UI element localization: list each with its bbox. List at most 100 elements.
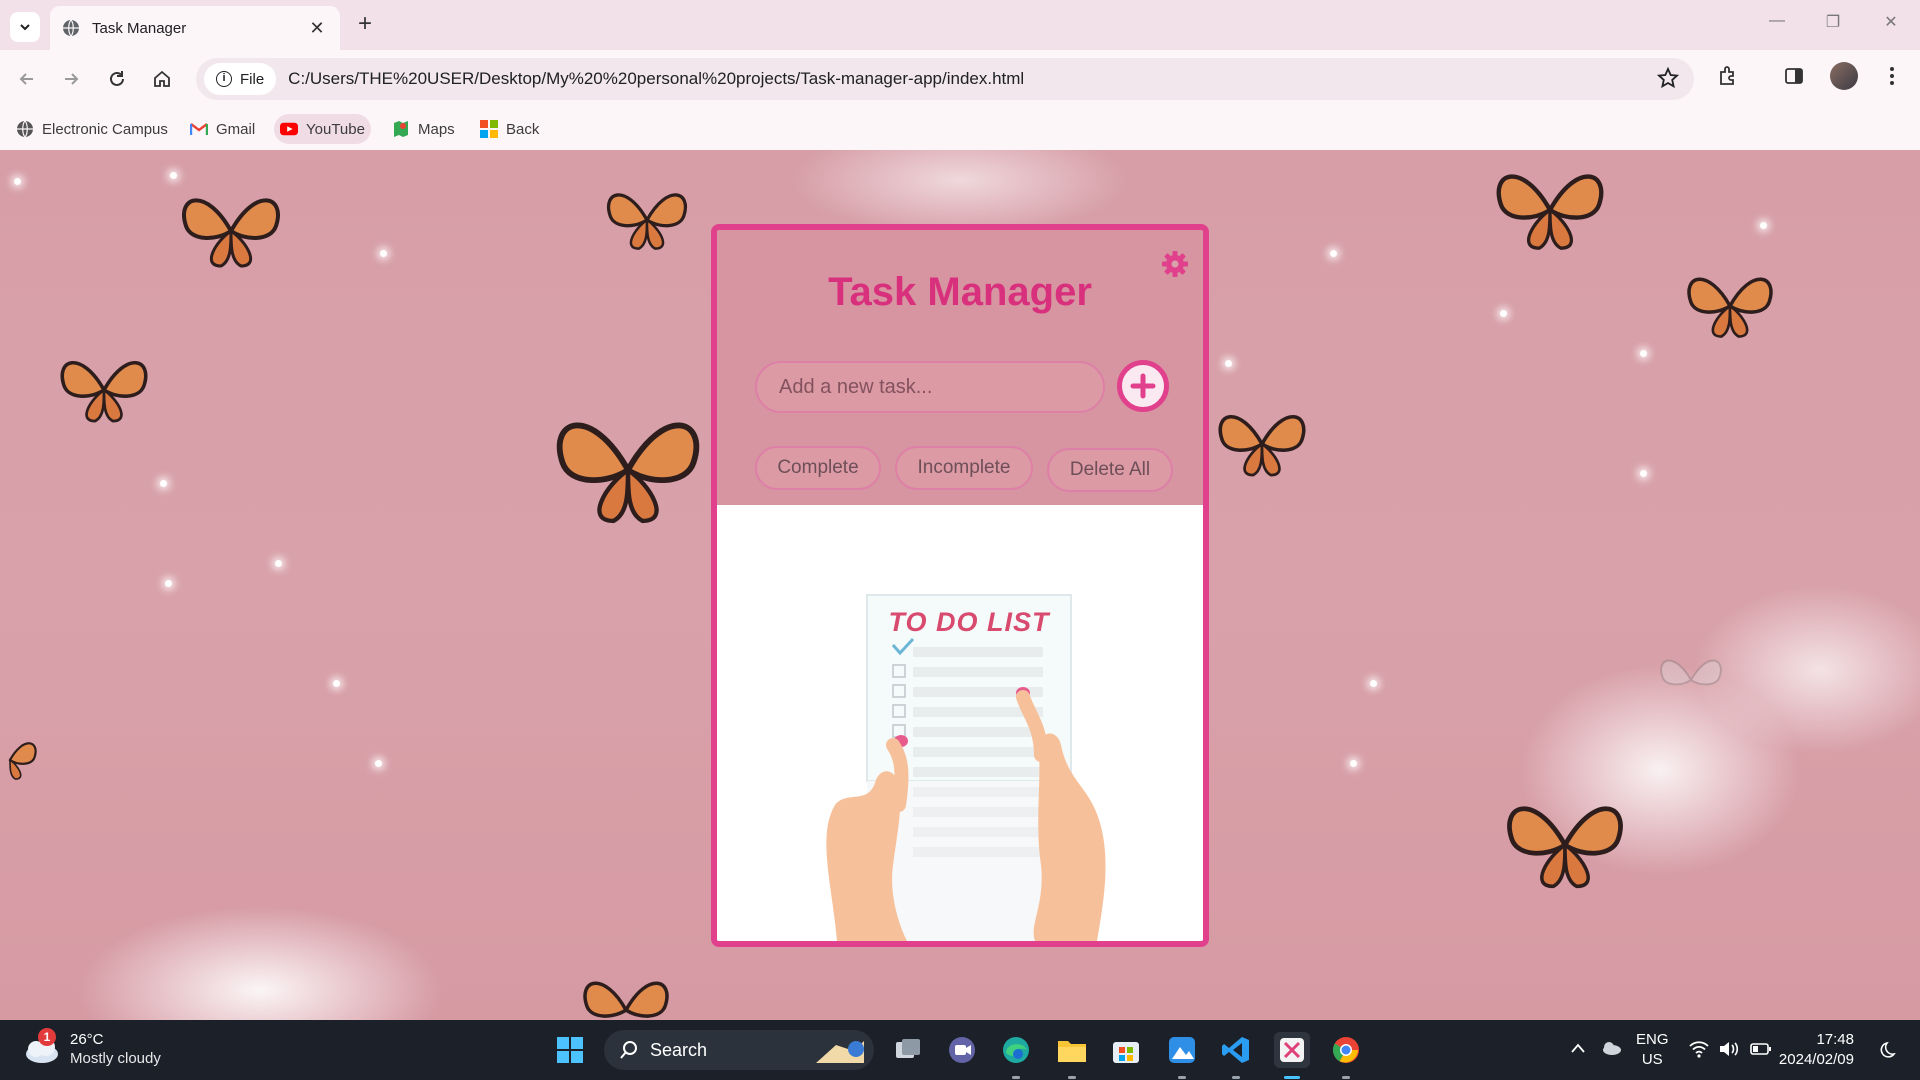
sparkle-decoration (275, 560, 282, 567)
running-app-indicator (1012, 1076, 1020, 1079)
task-view-button[interactable] (890, 1032, 926, 1068)
active-app-indicator (1284, 1076, 1300, 1079)
sparkle-decoration (375, 760, 382, 767)
side-panel-icon[interactable] (1782, 64, 1806, 88)
sparkle-decoration (1640, 470, 1647, 477)
home-button[interactable] (147, 64, 177, 94)
snipping-tool-icon (1280, 1038, 1304, 1062)
reload-icon (110, 71, 124, 86)
youtube-icon (280, 120, 298, 138)
onedrive-icon[interactable] (1600, 1038, 1622, 1058)
start-button[interactable] (552, 1032, 588, 1068)
sparkle-decoration (1225, 360, 1232, 367)
tab-search-dropdown-button[interactable] (10, 12, 40, 42)
globe-icon (16, 120, 34, 138)
bookmark-label: YouTube (306, 120, 365, 138)
app-title: Task Manager (828, 270, 1092, 314)
bookmarks-bar: Electronic Campus Gmail YouTube Maps Bac… (0, 108, 1920, 150)
file-explorer-button[interactable] (1054, 1032, 1090, 1068)
edge-button[interactable] (998, 1032, 1034, 1068)
weather-notification-badge: 1 (38, 1028, 56, 1046)
bookmark-back[interactable]: Back (474, 114, 545, 144)
arrow-left-icon (19, 73, 33, 85)
windows-taskbar: 1 26°C Mostly cloudy Search ENG US 17:48… (0, 1020, 1920, 1080)
search-label: Search (650, 1039, 708, 1060)
butterfly-decoration (182, 198, 280, 268)
sparkle-decoration (333, 680, 340, 687)
forward-button[interactable] (56, 64, 86, 94)
butterfly-decoration (607, 193, 687, 250)
weather-temperature: 26°C (70, 1031, 104, 1048)
site-info-label: File (240, 70, 265, 88)
store-icon (1113, 1042, 1139, 1063)
running-app-indicator (1178, 1076, 1186, 1079)
reload-button[interactable] (102, 64, 132, 94)
close-tab-icon[interactable]: ✕ (306, 18, 328, 39)
card-header-area: Task Manager Complete Incomplete Delete … (717, 230, 1203, 505)
bookmark-electronic-campus[interactable]: Electronic Campus (10, 114, 174, 144)
search-highlight-icon (816, 1041, 864, 1063)
running-app-indicator (1342, 1076, 1350, 1079)
arrow-right-icon (65, 73, 79, 85)
ms-store-button[interactable] (1108, 1032, 1144, 1068)
photos-button[interactable] (1164, 1032, 1200, 1068)
taskbar-search[interactable]: Search (604, 1030, 874, 1070)
vscode-icon (1222, 1037, 1249, 1063)
restore-icon[interactable]: ❐ (1818, 12, 1848, 38)
running-app-indicator (1068, 1076, 1076, 1079)
site-info-chip[interactable]: i File (204, 63, 277, 95)
new-task-input[interactable] (755, 361, 1105, 413)
language-indicator[interactable]: ENG US (1636, 1030, 1669, 1070)
teams-chat-button[interactable] (944, 1032, 980, 1068)
add-task-button[interactable] (1117, 360, 1169, 412)
chat-icon (949, 1037, 975, 1063)
sparkle-decoration (1350, 760, 1357, 767)
address-bar[interactable]: i File C:/Users/THE%20USER/Desktop/My%20… (196, 58, 1694, 100)
cloud-icon: 1 (20, 1028, 60, 1064)
browser-tab-active[interactable]: Task Manager ✕ (50, 6, 340, 50)
clock[interactable]: 17:48 2024/02/09 (1779, 1030, 1854, 1070)
task-view-icon (896, 1039, 920, 1058)
butterfly-decoration (1218, 415, 1306, 477)
butterfly-decoration (1507, 806, 1623, 889)
complete-filter-button[interactable]: Complete (755, 446, 881, 490)
gmail-icon (190, 120, 208, 138)
photos-icon (1169, 1037, 1195, 1063)
task-list-empty-state: TO DO LIST (717, 505, 1203, 941)
profile-avatar[interactable] (1830, 62, 1858, 90)
wifi-icon[interactable] (1688, 1040, 1710, 1058)
chrome-button[interactable] (1328, 1032, 1364, 1068)
minimize-icon[interactable]: — (1762, 12, 1792, 38)
vscode-button[interactable] (1218, 1032, 1254, 1068)
weather-widget[interactable]: 1 26°C Mostly cloudy (20, 1028, 161, 1068)
extensions-icon[interactable] (1716, 64, 1740, 88)
bookmark-star-icon[interactable] (1656, 66, 1680, 90)
incomplete-filter-button[interactable]: Incomplete (895, 446, 1033, 490)
bookmark-gmail[interactable]: Gmail (184, 114, 261, 144)
bookmark-maps[interactable]: Maps (386, 114, 461, 144)
home-icon (154, 70, 170, 87)
butterfly-decoration (8, 742, 37, 780)
battery-icon[interactable] (1750, 1041, 1772, 1057)
more-options-icon[interactable] (1880, 64, 1904, 88)
sparkle-decoration (170, 172, 177, 179)
delete-all-button[interactable]: Delete All (1047, 448, 1173, 492)
bookmark-label: Gmail (216, 120, 256, 138)
snipping-tool-button[interactable] (1274, 1032, 1310, 1068)
chevron-up-icon[interactable] (1570, 1042, 1586, 1054)
back-button[interactable] (12, 64, 42, 94)
task-manager-card: Task Manager Complete Incomplete Delete … (711, 224, 1209, 947)
bookmark-label: Electronic Campus (42, 120, 168, 138)
weather-condition: Mostly cloudy (70, 1050, 161, 1067)
sparkle-decoration (1760, 222, 1767, 229)
notifications-moon-icon[interactable] (1880, 1040, 1900, 1060)
volume-icon[interactable] (1718, 1040, 1740, 1058)
butterfly-decoration (1660, 659, 1722, 686)
todo-list-illustration: TO DO LIST (826, 594, 1106, 941)
language-code: ENG (1636, 1031, 1669, 1048)
new-tab-button[interactable]: + (352, 12, 378, 38)
bookmark-youtube[interactable]: YouTube (274, 114, 371, 144)
page-background: Task Manager Complete Incomplete Delete … (0, 150, 1920, 1020)
window-close-icon[interactable]: ✕ (1876, 12, 1906, 38)
url-text[interactable]: C:/Users/THE%20USER/Desktop/My%20%20pers… (288, 69, 1024, 89)
